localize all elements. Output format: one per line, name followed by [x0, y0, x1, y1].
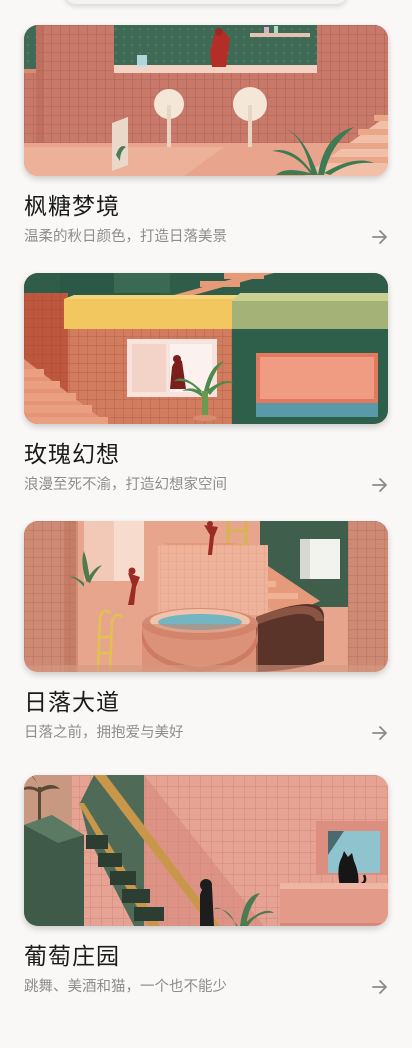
theme-subtitle: 温柔的秋日颜色，打造日落美景: [24, 229, 227, 245]
theme-card-vineyard[interactable]: 葡萄庄园 跳舞、美酒和猫，一个也不能少: [24, 775, 388, 995]
autumn-room-illustration: [24, 25, 388, 176]
theme-card-image[interactable]: [24, 25, 388, 176]
vineyard-cat-illustration: [24, 775, 388, 926]
theme-title: 枫糖梦境: [24, 194, 120, 220]
arrow-right-icon[interactable]: [370, 977, 390, 997]
sunset-pool-illustration: [24, 521, 388, 672]
theme-card-rose-fantasy[interactable]: 玫瑰幻想 浪漫至死不渝，打造幻想家空间: [24, 273, 388, 493]
theme-title: 日落大道: [24, 690, 120, 716]
theme-card-image[interactable]: [24, 775, 388, 926]
theme-title: 玫瑰幻想: [24, 442, 120, 468]
previous-card-edge[interactable]: [64, 0, 348, 4]
theme-subtitle: 跳舞、美酒和猫，一个也不能少: [24, 979, 227, 995]
theme-list-screen: 枫糖梦境 温柔的秋日颜色，打造日落美景 玫瑰幻想 浪漫至死不渝，打造幻想家空间 …: [0, 0, 412, 1048]
theme-subtitle: 日落之前，拥抱爱与美好: [24, 725, 184, 741]
theme-card-image[interactable]: [24, 521, 388, 672]
rose-house-illustration: [24, 273, 388, 424]
theme-subtitle: 浪漫至死不渝，打造幻想家空间: [24, 477, 227, 493]
theme-title: 葡萄庄园: [24, 944, 120, 970]
theme-card-sunset-boulevard[interactable]: 日落大道 日落之前，拥抱爱与美好: [24, 521, 388, 741]
arrow-right-icon[interactable]: [370, 723, 390, 743]
arrow-right-icon[interactable]: [370, 227, 390, 247]
theme-card-image[interactable]: [24, 273, 388, 424]
arrow-right-icon[interactable]: [370, 475, 390, 495]
theme-card-maple-dream[interactable]: 枫糖梦境 温柔的秋日颜色，打造日落美景: [24, 25, 388, 245]
